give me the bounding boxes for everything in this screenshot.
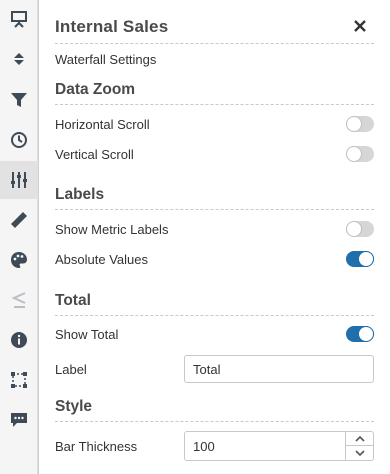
- settings-panel: Internal Sales Waterfall Settings Data Z…: [38, 0, 390, 474]
- sort-icon: [14, 53, 24, 65]
- selection-icon: [11, 372, 27, 388]
- absolute-values-toggle[interactable]: [346, 251, 374, 267]
- total-label-input[interactable]: [184, 355, 374, 383]
- section-heading-data-zoom: Data Zoom: [55, 81, 136, 98]
- less-equal-icon-button: [0, 281, 38, 319]
- toggle-knob: [347, 222, 361, 236]
- toggle-knob: [347, 117, 361, 131]
- bar-thickness-stepper: [184, 431, 374, 461]
- divider: [55, 315, 374, 316]
- sliders-icon-button[interactable]: [0, 161, 38, 199]
- selection-icon-button[interactable]: [0, 361, 38, 399]
- comment-icon: [11, 413, 27, 427]
- clock-icon: [11, 132, 27, 148]
- divider: [55, 209, 374, 210]
- section-heading-total: Total: [55, 292, 91, 309]
- show-total-label: Show Total: [55, 327, 119, 342]
- total-label-field-label: Label: [55, 362, 87, 377]
- filter-icon-button[interactable]: [0, 81, 38, 119]
- show-metric-labels-toggle[interactable]: [346, 221, 374, 237]
- toggle-knob: [359, 252, 373, 266]
- divider: [55, 43, 374, 44]
- sort-icon-button[interactable]: [0, 40, 38, 78]
- close-button[interactable]: [352, 18, 368, 34]
- panel-subtitle: Waterfall Settings: [55, 52, 157, 67]
- section-heading-labels: Labels: [55, 186, 105, 203]
- vertical-scroll-label: Vertical Scroll: [55, 147, 134, 162]
- vertical-scroll-toggle[interactable]: [346, 146, 374, 162]
- chevron-down-icon: [354, 449, 365, 456]
- presentation-icon-button[interactable]: [0, 0, 38, 38]
- palette-icon-button[interactable]: [0, 241, 38, 279]
- panel-title: Internal Sales: [55, 17, 169, 36]
- clock-icon-button[interactable]: [0, 121, 38, 159]
- toggle-knob: [347, 147, 361, 161]
- filter-icon: [11, 93, 27, 107]
- info-icon-button[interactable]: [0, 321, 38, 359]
- show-total-toggle[interactable]: [346, 326, 374, 342]
- horizontal-scroll-label: Horizontal Scroll: [55, 117, 150, 132]
- section-heading-style: Style: [55, 398, 93, 415]
- presentation-icon: [11, 11, 27, 28]
- decrement-button[interactable]: [346, 446, 373, 460]
- toggle-knob: [359, 327, 373, 341]
- sliders-icon: [11, 172, 27, 188]
- show-metric-labels-label: Show Metric Labels: [55, 222, 169, 237]
- divider: [55, 421, 374, 422]
- stepper-buttons: [345, 432, 373, 460]
- chevron-up-icon: [354, 435, 365, 442]
- icon-rail: [0, 0, 38, 474]
- close-icon: [354, 20, 366, 32]
- less-equal-icon: [11, 292, 26, 308]
- info-icon: [11, 332, 27, 348]
- ruler-icon-button[interactable]: [0, 201, 38, 239]
- ruler-icon: [11, 212, 27, 228]
- absolute-values-label: Absolute Values: [55, 252, 148, 267]
- divider: [55, 104, 374, 105]
- horizontal-scroll-toggle[interactable]: [346, 116, 374, 132]
- increment-button[interactable]: [346, 432, 373, 446]
- bar-thickness-label: Bar Thickness: [55, 439, 138, 454]
- bar-thickness-input[interactable]: [185, 432, 345, 460]
- palette-icon: [11, 252, 27, 268]
- comment-icon-button[interactable]: [0, 401, 38, 439]
